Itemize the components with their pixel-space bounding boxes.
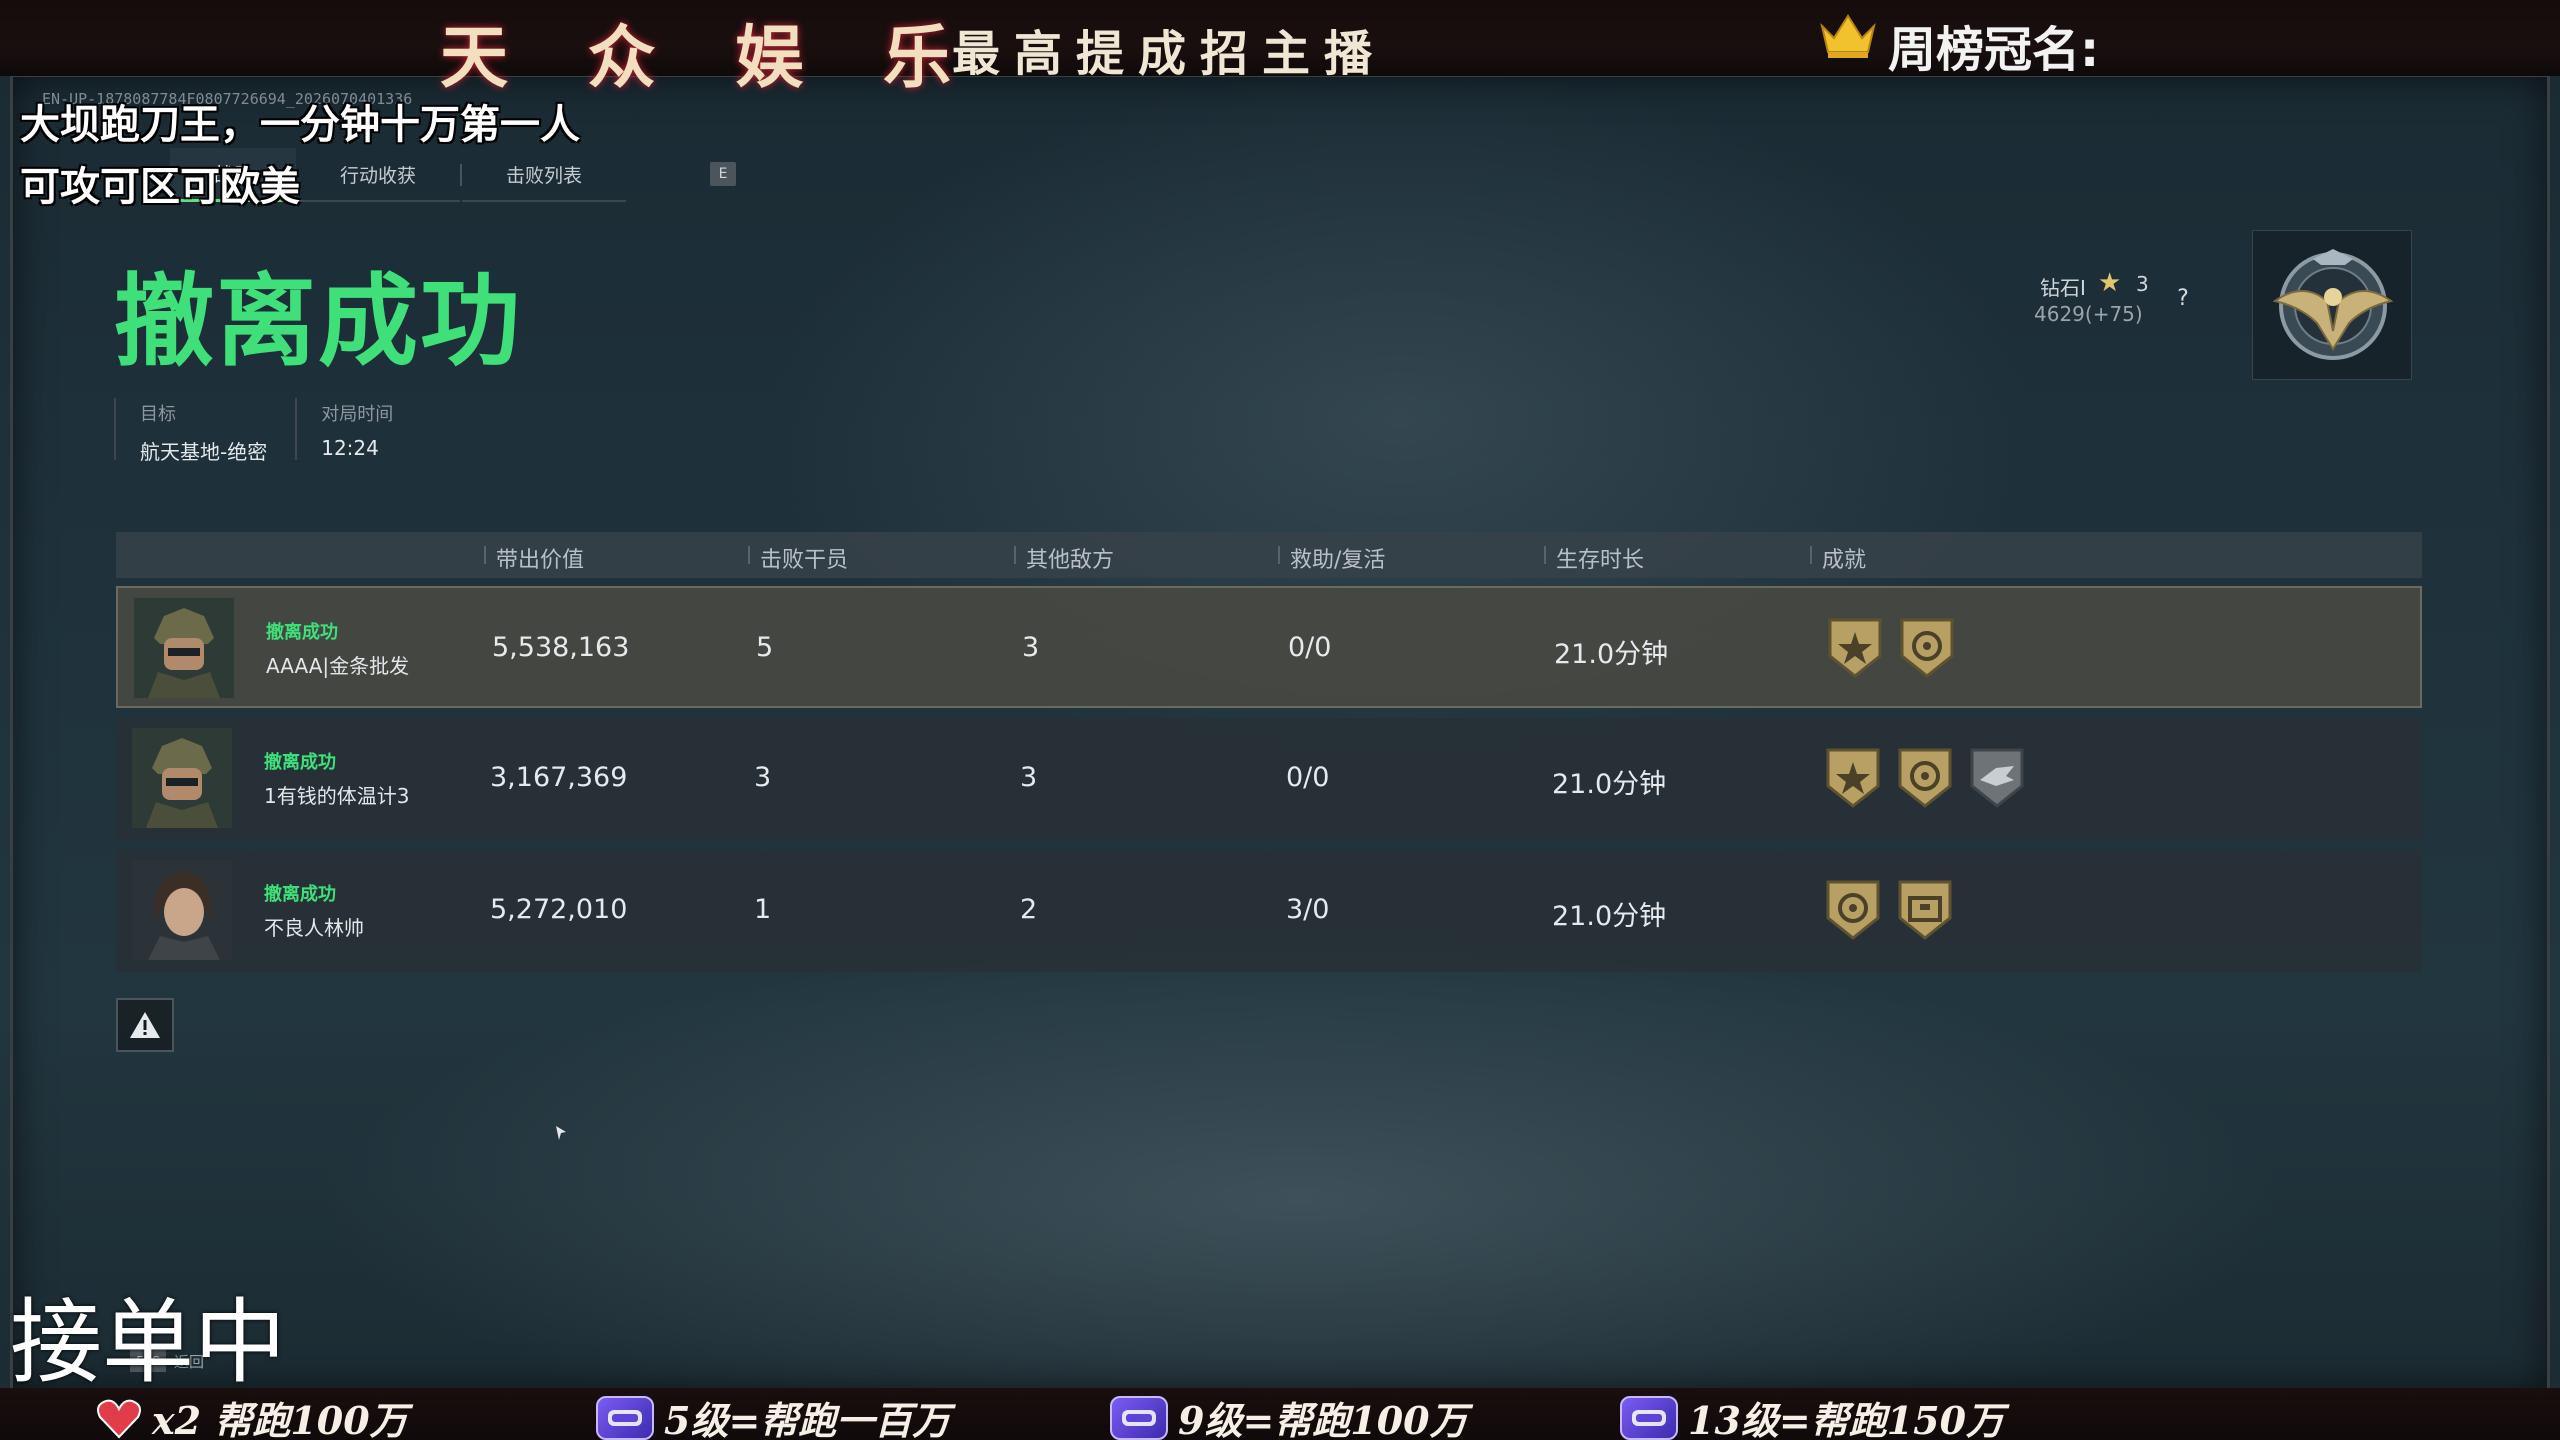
survival-cell: 21.0分钟 [1552,769,1667,800]
weekly-sponsor-title: 周榜冠名: [1888,22,2100,78]
player-status: 撤离成功 [264,884,336,905]
gift-text: 13级=帮跑150万 [1688,1398,2005,1440]
player-status: 撤离成功 [266,622,338,643]
fan-badge-icon [1110,1395,1168,1440]
assist-cell: 3/0 [1286,894,1330,925]
target-shield-icon[interactable] [1894,746,1956,810]
help-icon[interactable]: ? [2170,286,2196,312]
target-label: 目标 [140,404,176,425]
rank-name: 钻石I [2040,276,2086,300]
gift-item: 13级=帮跑150万 [1620,1390,2004,1440]
target-value: 航天基地-绝密 [140,440,268,464]
gift-text: x2 帮跑100万 [152,1398,408,1440]
others-cell: 3 [1022,632,1040,663]
col-header-assist: 救助/复活 [1277,542,1385,574]
streamer-caption-2: 可攻可区可欧美 [20,164,300,210]
time-label: 对局时间 [321,404,394,425]
gift-item: 5级=帮跑一百万 [596,1390,950,1440]
assist-cell: 0/0 [1286,762,1330,793]
meta-time: 对局时间 12:24 [295,398,421,460]
fan-badge-icon [1620,1395,1678,1440]
gift-text: 9级=帮跑100万 [1178,1398,1468,1440]
tab-defeated-list[interactable]: 击败列表 [462,148,627,202]
player-name: 不良人林帅 [264,916,364,940]
gift-item: x2 帮跑100万 [96,1390,408,1440]
stream-slogan: 最高提成招主播 [952,26,1387,82]
kills-cell: 1 [754,894,772,925]
player-name: 1有钱的体温计3 [264,784,410,808]
mouse-cursor-icon [556,1126,566,1140]
star-shield-icon[interactable] [1824,616,1886,680]
report-button[interactable] [116,998,174,1052]
warning-icon [130,1012,160,1038]
eagle-emblem-icon [2272,249,2394,360]
rank-stars: 3 [2136,272,2149,296]
rank-badge [2252,230,2412,380]
others-cell: 2 [1020,894,1038,925]
tab-key-hint: E [710,162,736,186]
kills-cell: 5 [756,632,774,663]
gift-text: 5级=帮跑一百万 [664,1398,951,1440]
stream-brand: 天 众 娱 乐 [440,18,980,98]
player-status: 撤离成功 [264,752,336,773]
assist-cell: 0/0 [1288,632,1332,663]
time-value: 12:24 [321,436,379,460]
rank-score: 4629(+75) [2034,302,2143,326]
table-row[interactable]: 撤离成功 1有钱的体温计3 3,167,369 3 3 0/0 21.0分钟 [116,718,2422,840]
target-shield-icon[interactable] [1896,616,1958,680]
gift-item: 9级=帮跑100万 [1110,1390,1468,1440]
table-row[interactable]: 撤离成功 不良人林帅 5,272,010 1 2 3/0 21.0分钟 [116,850,2422,972]
survival-cell: 21.0分钟 [1552,901,1667,932]
col-header-others: 其他敌方 [1013,542,1114,574]
stream-status-overlay: 接单中 [10,1289,287,1396]
operator-avatar [132,728,232,828]
value-cell: 5,538,163 [492,632,630,663]
operator-avatar [132,860,232,960]
col-header-achievements: 成就 [1809,542,1866,574]
value-cell: 5,272,010 [490,894,628,925]
fan-badge-icon [596,1395,654,1440]
heart-gift-icon [97,1399,141,1438]
tab-loot[interactable]: 行动收获 [296,148,461,202]
target-shield-icon[interactable] [1822,878,1884,942]
match-meta: 目标 航天基地-绝密 对局时间 12:24 [114,398,421,464]
survival-cell: 21.0分钟 [1554,639,1669,670]
operator-avatar [134,598,234,698]
table-header: 带出价值 击败干员 其他敌方 救助/复活 生存时长 成就 [116,532,2422,578]
star-icon: ★ [2098,268,2122,298]
streamer-caption-1: 大坝跑刀王，一分钟十万第一人 [20,102,580,148]
meta-target: 目标 航天基地-绝密 [114,398,295,464]
col-header-kills: 击败干员 [747,542,848,574]
kills-cell: 3 [754,762,772,793]
star-shield-icon[interactable] [1822,746,1884,810]
others-cell: 3 [1020,762,1038,793]
case-shield-icon[interactable] [1894,878,1956,942]
player-name: AAAA|金条批发 [266,654,410,678]
crown-icon [1820,14,1876,58]
wing-shield-icon[interactable] [1966,746,2028,810]
col-header-survival: 生存时长 [1543,542,1644,574]
value-cell: 3,167,369 [490,762,628,793]
table-row[interactable]: 撤离成功 AAAA|金条批发 5,538,163 5 3 0/0 21.0分钟 [116,586,2422,708]
col-header-value: 带出价值 [483,542,584,574]
result-title: 撤离成功 [114,263,522,380]
